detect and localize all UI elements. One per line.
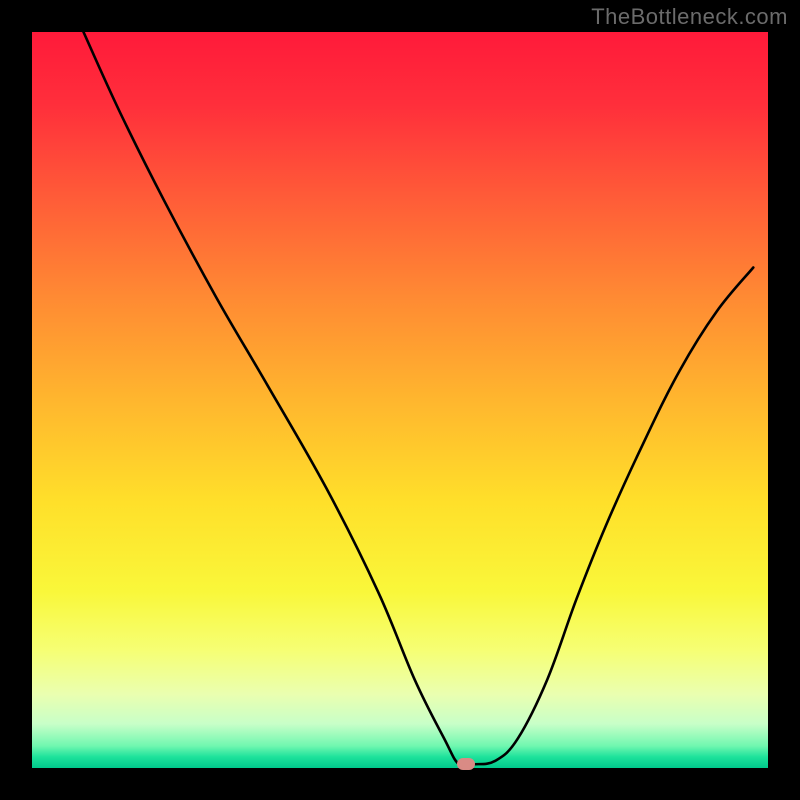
plot-area xyxy=(32,32,768,768)
min-marker xyxy=(457,758,475,770)
chart-frame: TheBottleneck.com xyxy=(0,0,800,800)
bottleneck-curve xyxy=(32,32,768,768)
watermark-text: TheBottleneck.com xyxy=(591,4,788,30)
